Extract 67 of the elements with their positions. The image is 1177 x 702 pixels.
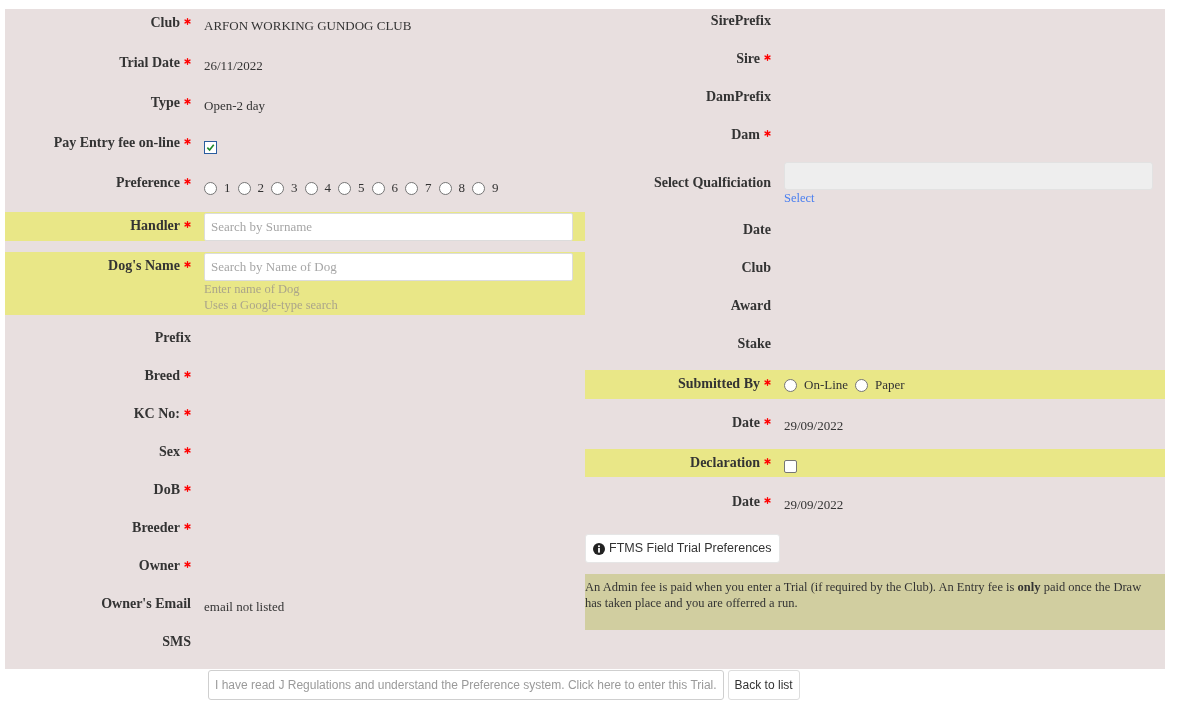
field-value: ARFON WORKING GUNDOG CLUB [204, 18, 412, 33]
hint-text: Uses a Google-type search [204, 297, 338, 313]
radio-label: 8 [458, 179, 465, 197]
field-label: Trial Date [119, 54, 180, 72]
radio-button[interactable] [338, 181, 351, 195]
checkbox[interactable] [784, 460, 797, 473]
field-label: Date [743, 221, 771, 239]
field-value: Open-2 day [204, 98, 265, 113]
field-label: Sex [159, 443, 180, 461]
radio-button[interactable] [405, 181, 418, 195]
field-label: DamPrefix [705, 88, 771, 106]
field-label: Handler [130, 217, 180, 235]
radio-label: 1 [224, 179, 231, 197]
radio-button[interactable] [371, 181, 385, 195]
field-label: Date [732, 414, 760, 432]
field-label: DoB [153, 481, 180, 499]
field-label: Select Qualficiation [653, 174, 771, 192]
radio-button[interactable] [855, 378, 869, 392]
field-label: Preference [116, 174, 180, 192]
field-label: Club [741, 259, 771, 277]
checkbox[interactable] [204, 141, 217, 154]
radio-button[interactable] [237, 181, 251, 195]
back-button[interactable]: Back to list [727, 670, 800, 700]
field-value: 26/11/2022 [204, 58, 263, 73]
field-label: Type [150, 94, 180, 112]
radio-label: 9 [492, 179, 499, 197]
field-value: email not listed [204, 599, 285, 614]
radio-button[interactable] [304, 181, 318, 195]
field-label: Dam [731, 126, 760, 144]
field-label: Date [732, 493, 760, 511]
field-label: Declaration [690, 454, 760, 472]
field-label: Breed [144, 367, 180, 385]
field-value: 29/09/2022 [784, 418, 844, 433]
radio-button[interactable] [204, 181, 217, 195]
info-icon [593, 542, 605, 555]
radio-label: 5 [358, 179, 365, 197]
info-button[interactable]: FTMS Field Trial Preferences [585, 534, 780, 563]
field-label: Prefix [154, 329, 191, 347]
radio-label: 7 [425, 179, 432, 197]
radio-label: 3 [291, 179, 298, 197]
radio-button[interactable] [784, 378, 797, 392]
hint-text: Enter name of Dog [204, 281, 300, 297]
field-label: Stake [737, 335, 771, 353]
field-label: Dog's Name [108, 257, 180, 275]
radio-button[interactable] [271, 181, 284, 195]
radio-button[interactable] [438, 181, 452, 195]
search-field[interactable]: Search by Surname [204, 213, 573, 241]
field-label: Award [730, 297, 771, 315]
field-value: 29/09/2022 [784, 497, 844, 512]
search-field[interactable]: Search by Name of Dog [204, 253, 573, 281]
radio-label: 6 [391, 179, 398, 197]
field-label: Sire [736, 50, 760, 68]
field-label: Pay Entry fee on-line [53, 134, 180, 152]
field-label: SMS [162, 633, 191, 651]
field-label: Breeder [132, 519, 180, 537]
radio-label: 4 [324, 179, 331, 197]
field-label: KC No: [133, 405, 180, 423]
field-label: Club [150, 14, 180, 32]
radio-label: On-Line [804, 376, 849, 394]
radio-button[interactable] [472, 181, 485, 195]
radio-label: Paper [875, 376, 905, 394]
fee-note: An Admin fee is paid when you enter a Trial (if required by the Club). An Entry fee is only paid once the Draw has taken place and you are offerred a run. [585, 574, 1165, 630]
field-label: Owner's Email [101, 595, 191, 613]
field-label: Owner [138, 557, 180, 575]
field-label: SirePrefix [710, 12, 771, 30]
field-label: Submitted By [677, 375, 760, 393]
radio-label: 2 [257, 179, 264, 197]
